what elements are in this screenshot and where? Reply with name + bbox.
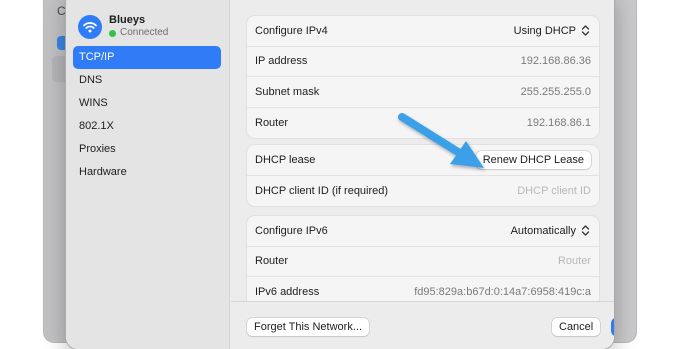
network-status: Connected xyxy=(109,27,168,39)
up-down-chevron-icon xyxy=(580,223,591,238)
configure-ipv6-value: Automatically xyxy=(510,224,576,237)
configure-ipv4-label: Configure IPv4 xyxy=(255,24,328,37)
ip-address-value: 192.168.86.36 xyxy=(520,55,591,68)
ok-button[interactable]: OK xyxy=(611,318,614,336)
configure-ipv4-value: Using DHCP xyxy=(513,24,576,37)
sidebar-item-hardware[interactable]: Hardware xyxy=(73,161,221,184)
sheet-footer: Forget This Network... Cancel OK xyxy=(231,301,614,349)
dhcp-lease-row: DHCP lease Renew DHCP Lease xyxy=(247,145,599,176)
subnet-mask-row: Subnet mask 255.255.255.0 xyxy=(247,77,599,108)
configure-ipv4-popup[interactable]: Using DHCP xyxy=(514,23,591,38)
tcpip-panel: Configure IPv4 Using DHCP IP address 192… xyxy=(231,0,614,349)
details-nav: TCP/IP DNS WINS 802.1X Proxies Hardware xyxy=(73,46,221,184)
configure-ipv6-popup[interactable]: Automatically xyxy=(511,223,591,238)
forget-network-button[interactable]: Forget This Network... xyxy=(247,318,369,336)
ipv6-router-label: Router xyxy=(255,255,289,268)
dhcp-client-id-field[interactable]: DHCP client ID xyxy=(517,185,591,197)
dhcp-group: DHCP lease Renew DHCP Lease DHCP client … xyxy=(247,145,599,206)
dhcp-lease-label: DHCP lease xyxy=(255,153,316,166)
sidebar-item-tcpip[interactable]: TCP/IP xyxy=(73,46,221,69)
sidebar-item-dns[interactable]: DNS xyxy=(73,69,221,92)
subnet-mask-value: 255.255.255.0 xyxy=(520,85,591,98)
cancel-button[interactable]: Cancel xyxy=(552,318,601,336)
sidebar-item-proxies[interactable]: Proxies xyxy=(73,138,221,161)
background-window-letter: C xyxy=(57,4,66,18)
configure-ipv6-label: Configure IPv6 xyxy=(255,224,328,237)
router-value: 192.168.86.1 xyxy=(526,116,591,129)
up-down-chevron-icon xyxy=(580,23,591,38)
wifi-icon xyxy=(78,14,102,39)
network-details-sheet: Blueys Connected TCP/IP DNS WINS 802.1X … xyxy=(66,0,614,349)
network-status-label: Connected xyxy=(120,27,169,38)
subnet-mask-label: Subnet mask xyxy=(255,85,320,98)
configure-ipv4-row: Configure IPv4 Using DHCP xyxy=(247,16,599,47)
network-header: Blueys Connected xyxy=(78,14,168,39)
renew-dhcp-lease-button[interactable]: Renew DHCP Lease xyxy=(475,150,591,169)
dhcp-client-id-label: DHCP client ID (if required) xyxy=(255,184,389,197)
details-sidebar: Blueys Connected TCP/IP DNS WINS 802.1X … xyxy=(66,0,230,349)
ipv6-address-label: IPv6 address xyxy=(255,286,320,299)
ipv6-address-value: fd95:829a:b67d:0:14a7:6958:419c:a xyxy=(414,286,591,299)
network-name: Blueys xyxy=(109,14,146,26)
sidebar-item-8021x[interactable]: 802.1X xyxy=(73,115,221,138)
configure-ipv6-row: Configure IPv6 Automatically xyxy=(247,216,599,247)
ipv6-router-field: Router xyxy=(557,255,591,268)
router-label: Router xyxy=(255,116,289,129)
ipv6-router-row: Router Router xyxy=(247,247,599,277)
dhcp-client-id-row: DHCP client ID (if required) DHCP client… xyxy=(247,176,599,207)
ip-address-label: IP address xyxy=(255,55,308,68)
ipv4-group: Configure IPv4 Using DHCP IP address 192… xyxy=(247,16,599,138)
ip-address-row: IP address 192.168.86.36 xyxy=(247,47,599,77)
ipv6-group: Configure IPv6 Automatically Router Rout… xyxy=(247,216,599,308)
sidebar-item-wins[interactable]: WINS xyxy=(73,92,221,115)
router-row: Router 192.168.86.1 xyxy=(247,108,599,139)
connected-status-dot xyxy=(109,29,116,37)
